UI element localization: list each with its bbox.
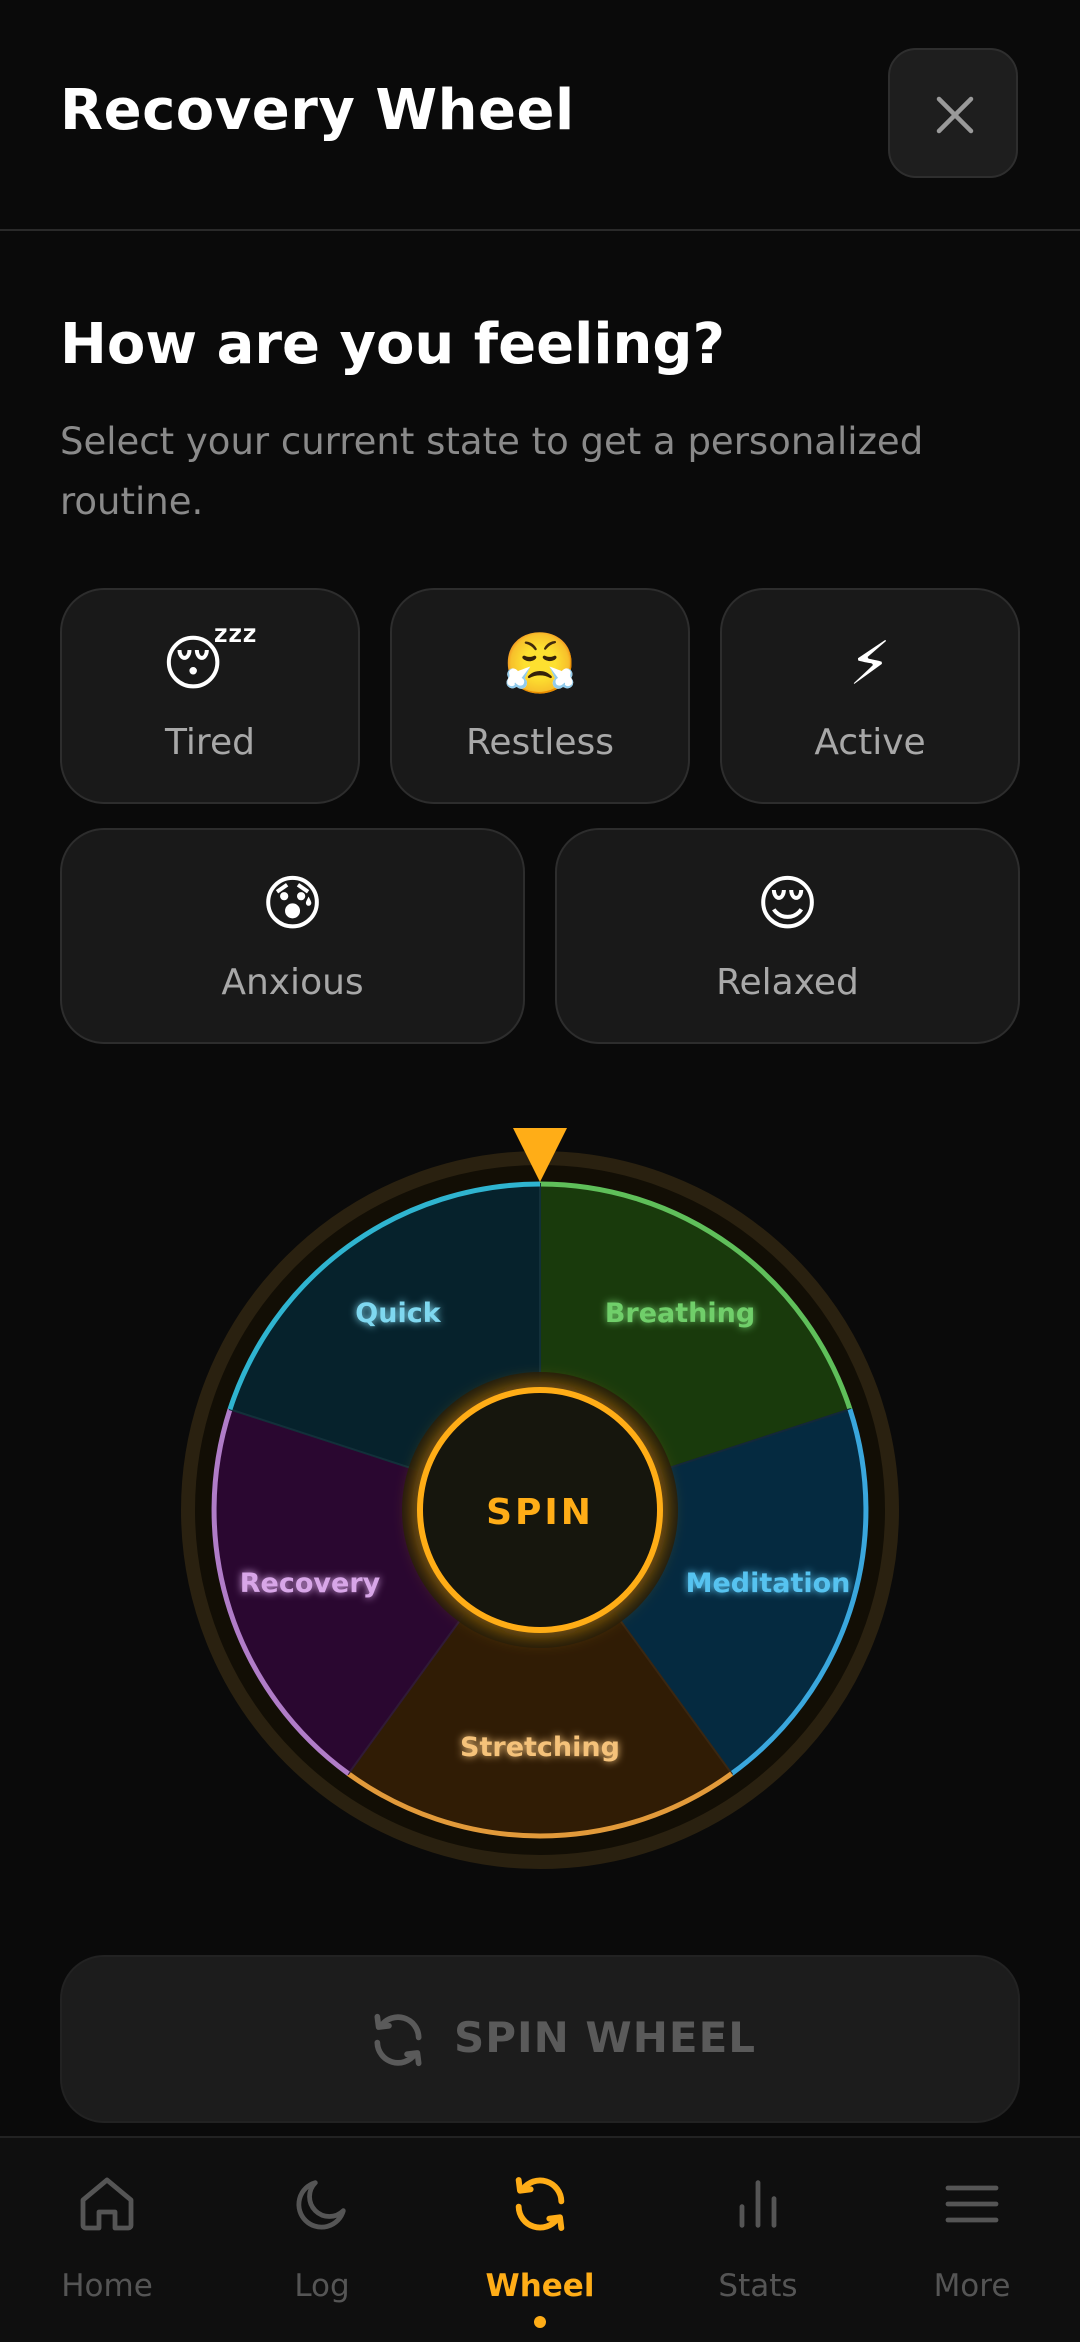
nav-label: Stats	[718, 2268, 798, 2304]
mood-relaxed-button[interactable]: 😌 Relaxed	[555, 828, 1020, 1044]
segment-label-breathing: Breathing	[605, 1298, 755, 1329]
spin-hub-label: SPIN	[486, 1492, 594, 1533]
spin-wheel-label: SPIN WHEEL	[454, 2013, 757, 2062]
mood-active-button[interactable]: ⚡ Active	[720, 588, 1020, 804]
menu-icon	[945, 2185, 999, 2223]
moon-icon	[296, 2180, 346, 2230]
recovery-wheel[interactable]: Breathing Meditation Stretching Recovery…	[0, 1110, 1080, 1890]
segment-label-meditation: Meditation	[686, 1568, 851, 1599]
refresh-icon	[515, 2177, 565, 2231]
bottom-nav: Home Log Wheel Stats More	[0, 2136, 1080, 2342]
lightning-icon: ⚡	[848, 629, 892, 699]
app-header: Recovery Wheel	[0, 0, 1080, 231]
sleeping-face-icon: 😴	[161, 629, 259, 699]
mood-label: Tired	[165, 722, 255, 763]
steam-face-icon: 😤	[502, 629, 578, 699]
wheel-graphic: Breathing Meditation Stretching Recovery…	[181, 1128, 899, 1869]
segment-label-stretching: Stretching	[460, 1732, 620, 1763]
mood-restless-button[interactable]: 😤 Restless	[390, 588, 690, 804]
refresh-icon	[374, 2013, 422, 2067]
nav-label: More	[933, 2268, 1011, 2304]
spin-wheel-button[interactable]: SPIN WHEEL	[60, 1955, 1020, 2123]
app-title: Recovery Wheel	[60, 78, 575, 143]
active-indicator-dot	[534, 2316, 546, 2328]
mood-label: Restless	[465, 722, 615, 763]
nav-label: Wheel	[485, 2268, 595, 2304]
feeling-subtitle: Select your current state to get a perso…	[60, 420, 924, 523]
nav-item-more[interactable]: More	[882, 2138, 1062, 2342]
nav-item-log[interactable]: Log	[232, 2138, 412, 2342]
mood-label: Active	[814, 722, 926, 763]
nav-item-wheel[interactable]: Wheel	[450, 2138, 630, 2342]
nav-label: Home	[61, 2268, 153, 2304]
mood-tired-button[interactable]: 😴 Tired	[60, 588, 360, 804]
close-icon	[936, 96, 974, 134]
home-icon	[80, 2177, 134, 2231]
mood-label: Anxious	[221, 962, 364, 1003]
nav-item-home[interactable]: Home	[17, 2138, 197, 2342]
anxious-face-icon: 😰	[261, 869, 324, 939]
feeling-title: How are you feeling?	[60, 312, 725, 377]
nav-item-stats[interactable]: Stats	[668, 2138, 848, 2342]
mood-label: Relaxed	[716, 962, 859, 1003]
mood-anxious-button[interactable]: 😰 Anxious	[60, 828, 525, 1044]
close-button[interactable]	[888, 48, 1018, 178]
segment-label-recovery: Recovery	[240, 1568, 381, 1599]
nav-label: Log	[294, 2268, 350, 2304]
relieved-face-icon: 😌	[756, 869, 819, 939]
bar-chart-icon	[739, 2180, 777, 2228]
segment-label-quick: Quick	[355, 1298, 441, 1329]
